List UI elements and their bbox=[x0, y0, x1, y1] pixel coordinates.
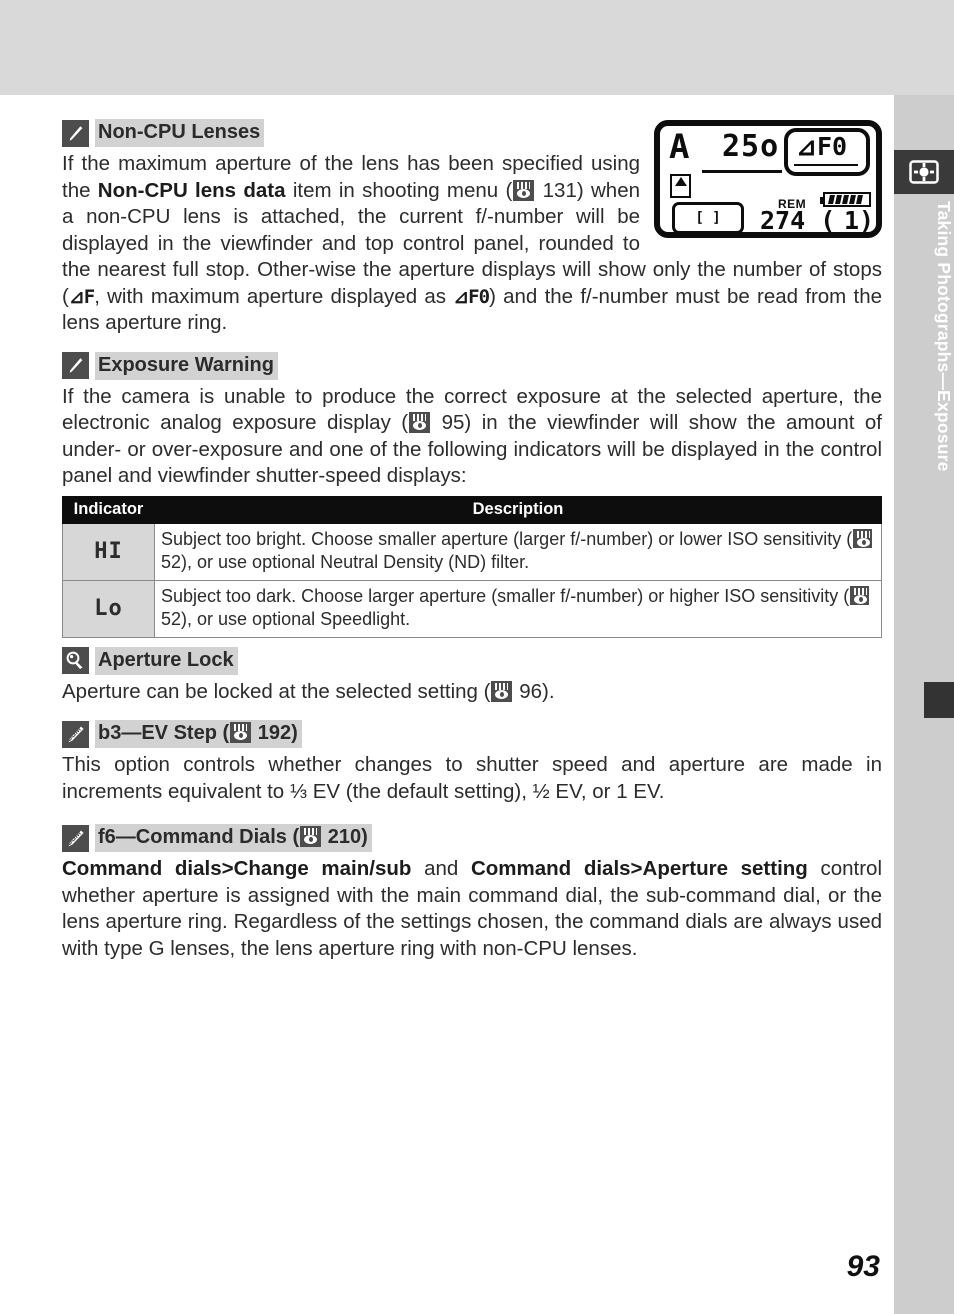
section-title: Aperture Lock bbox=[95, 646, 238, 675]
section-b3-ev-step: CSM b3—EV Step ( 192) This option contro… bbox=[62, 719, 882, 805]
note-ref-page: 95 bbox=[441, 411, 465, 434]
note-exposure-warning: Exposure Warning If the camera is unable… bbox=[62, 351, 882, 490]
section-aperture-lock: Aperture Lock Aperture can be locked at … bbox=[62, 646, 882, 706]
lcd-aperture-value: ⊿F0 bbox=[796, 132, 848, 161]
body-gt-1: > bbox=[221, 857, 234, 880]
section-title-post: ) bbox=[291, 722, 298, 744]
note-body-bold: Non-CPU lens data bbox=[97, 178, 286, 202]
book-ref-icon bbox=[853, 528, 873, 548]
lcd-frame-area: [ ] bbox=[672, 202, 744, 234]
manual-page: Taking Photographs—Exposure A 25o ⊿F0 [ … bbox=[0, 0, 954, 1314]
desc-post: ), or use optional Neutral Density (ND) … bbox=[181, 551, 530, 572]
side-tab-label: Taking Photographs—Exposure bbox=[934, 201, 954, 472]
indicator-description-lo: Subject too dark. Choose larger aperture… bbox=[154, 579, 882, 638]
note-body-tail-1: , with maximum aperture displayed as bbox=[94, 284, 454, 308]
lcd-aperture-highlight-box: ⊿F0 bbox=[784, 128, 870, 176]
indicator-table: Indicator Description HI Subject too bri… bbox=[62, 495, 882, 638]
lcd-panel-illustration: A 25o ⊿F0 [ ] REM 274 ( 1) bbox=[654, 120, 882, 238]
memory-card-icon bbox=[670, 174, 691, 198]
note-body: If the camera is unable to produce the c… bbox=[62, 384, 882, 490]
camera-focus-icon bbox=[894, 150, 954, 194]
page-number: 93 bbox=[846, 1250, 880, 1283]
section-body: This option controls whether changes to … bbox=[62, 753, 882, 803]
section-heading: Aperture Lock bbox=[62, 646, 882, 676]
body-gt-2: > bbox=[630, 857, 643, 880]
note-body-mid: item in shooting menu ( bbox=[285, 178, 513, 202]
book-ref-icon bbox=[409, 412, 431, 433]
lcd-mode: A bbox=[669, 127, 690, 167]
table-header-row: Indicator Description bbox=[62, 495, 882, 524]
desc-post: ), or use optional Speedlight. bbox=[181, 608, 411, 629]
desc-pre: Subject too bright. Choose smaller apert… bbox=[161, 528, 853, 549]
lcd-shutter-underline bbox=[702, 170, 782, 173]
note-heading: Non-CPU Lenses bbox=[62, 118, 640, 148]
book-ref-icon bbox=[491, 680, 513, 702]
section-heading: CSM b3—EV Step ( 192) bbox=[62, 719, 882, 749]
section-title: f6—Command Dials ( 210) bbox=[95, 824, 372, 852]
csm-icon: CSM bbox=[62, 824, 89, 852]
desc-pre: Subject too dark. Choose larger aperture… bbox=[161, 585, 850, 606]
lcd-frames-buffer: 1) bbox=[844, 206, 875, 235]
aperture-symbol-1: ⊿F bbox=[68, 285, 95, 308]
section-ref-page: 210 bbox=[327, 826, 362, 848]
page-edge-marker bbox=[924, 682, 954, 718]
body-bold-4: Aperture setting bbox=[642, 857, 808, 880]
book-ref-icon bbox=[850, 585, 870, 605]
section-title-post: ) bbox=[361, 826, 368, 848]
column-header-indicator: Indicator bbox=[62, 495, 155, 524]
body-bold-3: Command dials bbox=[470, 857, 631, 880]
body-pre: Aperture can be locked at the selected s… bbox=[62, 679, 491, 703]
note-title: Non-CPU Lenses bbox=[95, 119, 265, 147]
section-f6-command-dials: CSM f6—Command Dials ( 210) Command dial… bbox=[62, 823, 882, 962]
lcd-frames-remaining: 274 ( bbox=[760, 206, 836, 235]
section-body: Command dials>Change main/sub and Comman… bbox=[62, 856, 882, 962]
column-header-description: Description bbox=[154, 495, 882, 524]
indicator-value-hi: HI bbox=[62, 522, 155, 581]
section-heading: CSM f6—Command Dials ( 210) bbox=[62, 823, 882, 853]
desc-ref-page: 52 bbox=[161, 551, 182, 572]
book-ref-icon bbox=[300, 826, 322, 847]
lcd-shutter-speed: 25o bbox=[722, 129, 780, 164]
body-bold-2: Change main/sub bbox=[233, 857, 412, 880]
table-row: Lo Subject too dark. Choose larger apert… bbox=[62, 579, 882, 638]
section-ref-page: 192 bbox=[257, 722, 292, 744]
body-bold-1: Command dials bbox=[62, 857, 222, 880]
section-title-pre: b3—EV Step ( bbox=[98, 722, 230, 744]
section-title-pre: f6—Command Dials ( bbox=[98, 826, 300, 848]
indicator-description-hi: Subject too bright. Choose smaller apert… bbox=[154, 522, 882, 581]
battery-full-icon bbox=[820, 192, 871, 207]
pencil-icon bbox=[62, 352, 89, 379]
lcd-frame-icon: [ ] bbox=[695, 210, 721, 226]
book-ref-icon bbox=[230, 722, 252, 743]
body-mid: and bbox=[411, 857, 471, 880]
aperture-symbol-2: ⊿F0 bbox=[453, 285, 490, 308]
tip-key-icon bbox=[62, 647, 89, 674]
desc-ref-page: 52 bbox=[161, 608, 182, 629]
note-heading: Exposure Warning bbox=[62, 351, 882, 381]
page-content: A 25o ⊿F0 [ ] REM 274 ( 1) Non-CPU Lense… bbox=[62, 118, 882, 964]
book-ref-icon bbox=[513, 179, 535, 201]
section-title: b3—EV Step ( 192) bbox=[95, 720, 302, 748]
csm-icon: CSM bbox=[62, 720, 89, 748]
section-body: Aperture can be locked at the selected s… bbox=[62, 679, 882, 706]
table-row: HI Subject too bright. Choose smaller ap… bbox=[62, 522, 882, 581]
note-ref-page: 131 bbox=[542, 178, 577, 202]
top-gray-band bbox=[0, 0, 954, 95]
body-post: ). bbox=[542, 679, 555, 703]
body-ref-page: 96 bbox=[519, 679, 542, 703]
indicator-value-lo: Lo bbox=[62, 579, 155, 638]
pencil-icon bbox=[62, 119, 89, 147]
note-title: Exposure Warning bbox=[95, 351, 278, 380]
lcd-aperture-underline bbox=[794, 164, 858, 166]
